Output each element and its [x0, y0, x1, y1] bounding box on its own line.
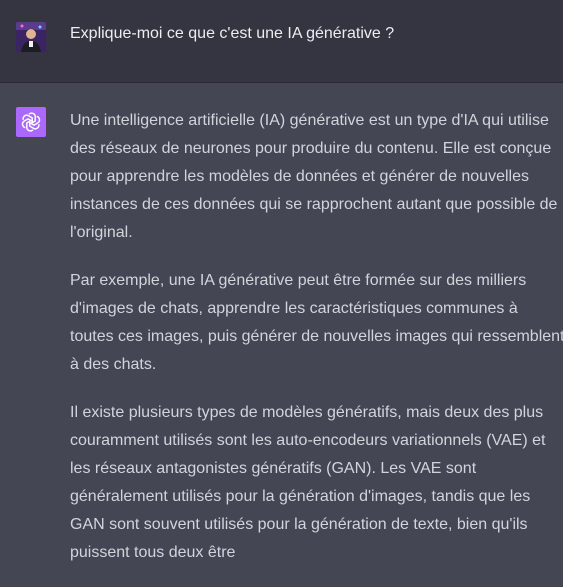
answer-line: à des chats. — [70, 356, 157, 373]
user-message-row: Explique-moi ce que c'est une IA générat… — [0, 0, 563, 83]
answer-line: l'original. — [70, 224, 133, 241]
answer-paragraph: Il existe plusieurs types de modèles gén… — [70, 399, 563, 567]
answer-line: des réseaux de neurones pour produire du… — [70, 140, 552, 157]
openai-logo-icon — [16, 107, 46, 137]
answer-line: Il existe plusieurs types de modèles gén… — [70, 404, 544, 421]
answer-line: instances de ces données qui se rapproch… — [70, 196, 558, 213]
answer-line: généralement utilisés pour la génération… — [70, 488, 531, 505]
answer-line: d'images de chats, apprendre les caracté… — [70, 300, 518, 317]
assistant-answer: Une intelligence artificielle (IA) génér… — [70, 107, 563, 587]
answer-line: couramment utilisés sont les auto-encode… — [70, 432, 546, 449]
answer-line: puissent tous deux être — [70, 544, 236, 561]
answer-paragraph: Par exemple, une IA générative peut être… — [70, 267, 563, 379]
assistant-message-row: Une intelligence artificielle (IA) génér… — [0, 83, 563, 587]
user-avatar — [16, 22, 46, 52]
answer-line: toutes ces images, puis générer de nouve… — [70, 328, 563, 345]
answer-line: les réseaux antagonistes génératifs (GAN… — [70, 460, 477, 477]
answer-line: GAN sont souvent utilisés pour la généra… — [70, 516, 528, 533]
answer-line: Une intelligence artificielle (IA) génér… — [70, 112, 549, 129]
user-question: Explique-moi ce que c'est une IA générat… — [70, 25, 395, 42]
answer-line: Par exemple, une IA générative peut être… — [70, 272, 527, 289]
user-avatar-icon — [16, 22, 46, 52]
answer-line: pour apprendre les modèles de données et… — [70, 168, 529, 185]
answer-paragraph: Une intelligence artificielle (IA) génér… — [70, 107, 563, 247]
